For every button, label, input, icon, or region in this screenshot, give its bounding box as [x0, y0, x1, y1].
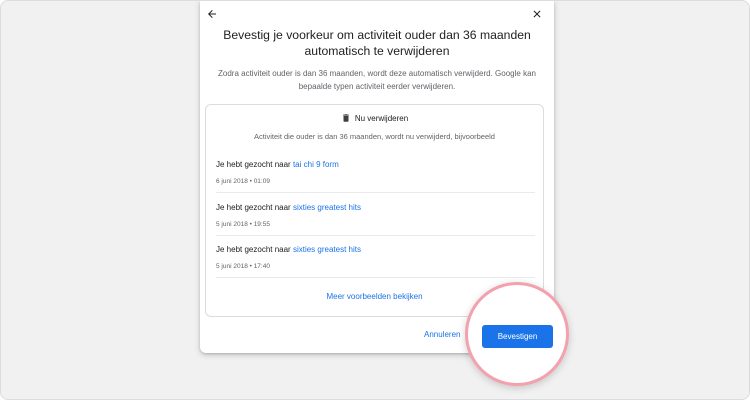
item-date: 6 juni 2018 • 01:09 — [216, 178, 270, 185]
dialog-title: Bevestig je voorkeur om activiteit ouder… — [223, 28, 531, 58]
dialog-description: Zodra activiteit ouder is dan 36 maanden… — [218, 69, 536, 91]
item-query-link[interactable]: sixties greatest hits — [293, 245, 361, 254]
item-query-link[interactable]: tai chi 9 form — [293, 160, 339, 169]
list-item: Je hebt gezocht naar sixties greatest hi… — [216, 244, 535, 270]
card-header-label: Nu verwijderen — [354, 113, 409, 123]
cancel-button[interactable]: Annuleren — [424, 330, 460, 339]
item-text: Je hebt gezocht naar sixties greatest hi… — [216, 244, 535, 255]
screenshot-frame: Bevestig je voorkeur om activiteit ouder… — [0, 0, 750, 400]
item-text: Je hebt gezocht naar tai chi 9 form — [216, 159, 535, 170]
confirm-button[interactable]: Bevestigen — [482, 325, 553, 348]
divider — [216, 235, 535, 236]
divider — [216, 192, 535, 193]
close-button[interactable] — [528, 5, 546, 23]
item-prefix: Je hebt gezocht naar — [216, 245, 291, 254]
arrow-back-icon — [208, 10, 216, 18]
card-subtitle: Activiteit die ouder is dan 36 maanden, … — [254, 132, 495, 141]
item-query-link[interactable]: sixties greatest hits — [293, 203, 361, 212]
item-prefix: Je hebt gezocht naar — [216, 160, 291, 169]
close-icon — [533, 10, 541, 18]
list-item: Je hebt gezocht naar sixties greatest hi… — [216, 202, 535, 228]
item-text: Je hebt gezocht naar sixties greatest hi… — [216, 202, 535, 213]
item-date: 5 juni 2018 • 19:55 — [216, 221, 270, 228]
item-prefix: Je hebt gezocht naar — [216, 203, 291, 212]
item-date: 5 juni 2018 • 17:40 — [216, 263, 270, 270]
list-item: Je hebt gezocht naar tai chi 9 form 6 ju… — [216, 159, 535, 185]
card-header: Nu verwijderen — [206, 113, 543, 123]
back-button[interactable] — [203, 5, 221, 23]
trash-icon — [342, 114, 349, 122]
delete-now-card: Nu verwijderen Activiteit die ouder is d… — [205, 104, 544, 317]
divider — [216, 277, 535, 278]
